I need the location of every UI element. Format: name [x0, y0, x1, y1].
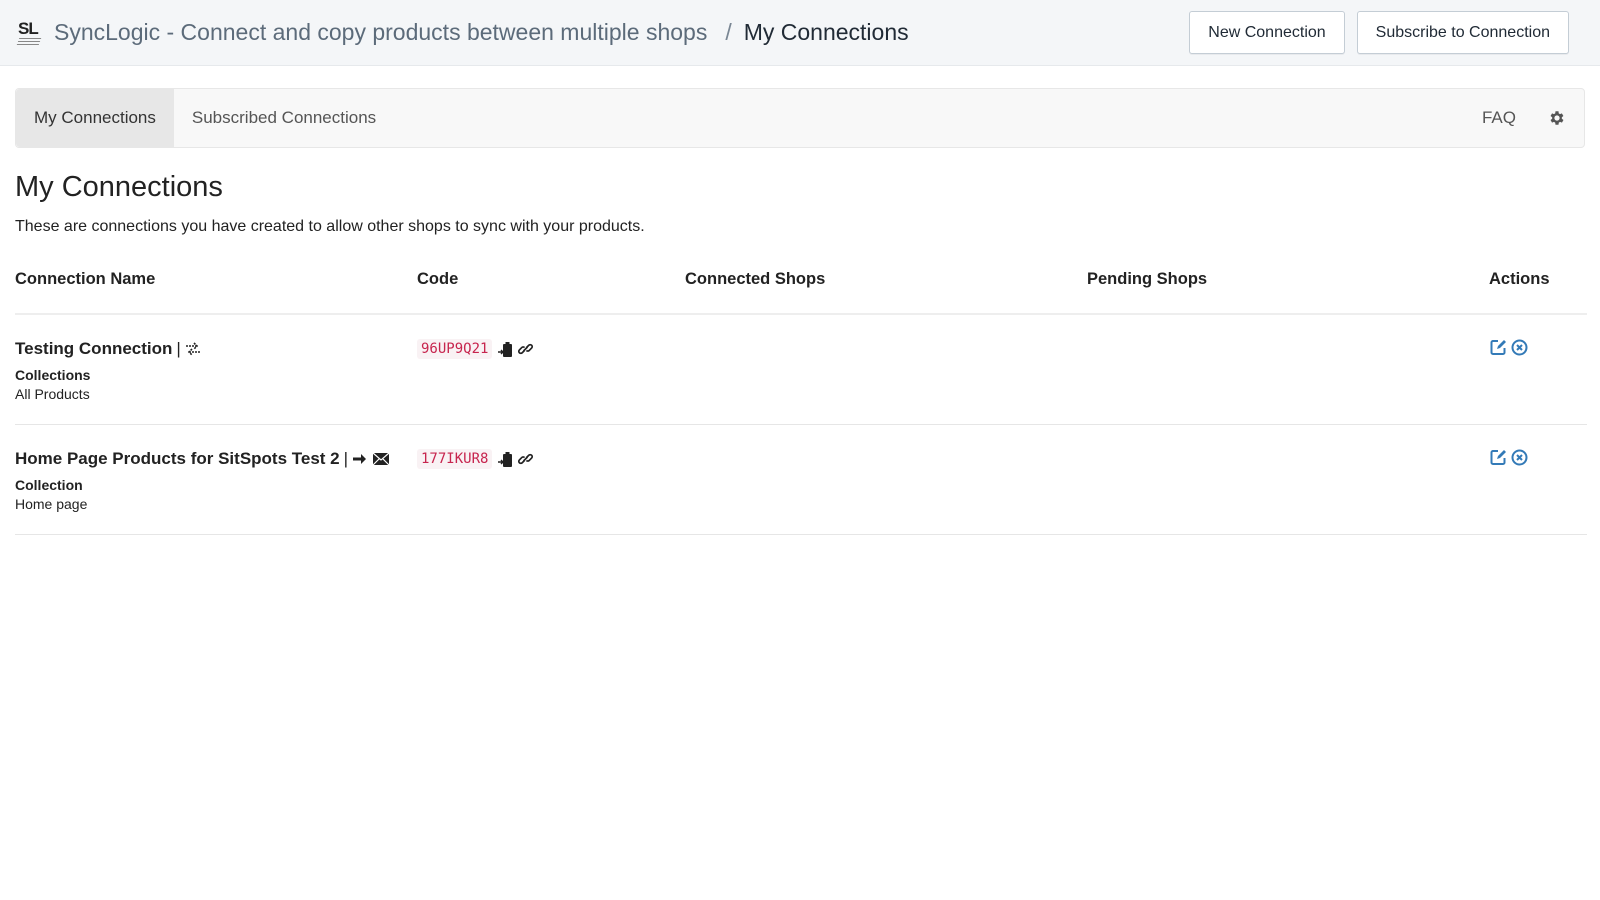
connection-title: Testing Connection |	[15, 339, 417, 359]
link-icon	[518, 343, 534, 355]
column-header-connection-name: Connection Name	[15, 270, 417, 315]
connected-shops-cell	[685, 314, 1087, 425]
connections-table: Connection Name Code Connected Shops Pen…	[15, 270, 1587, 535]
edit-icon	[1490, 450, 1506, 465]
pending-shops-cell	[1087, 314, 1489, 425]
page-title: My Connections	[15, 171, 223, 203]
column-header-connected-shops: Connected Shops	[685, 270, 1087, 315]
connected-shops-cell	[685, 424, 1087, 535]
connection-name: Testing Connection	[15, 339, 173, 358]
logo-lines	[16, 37, 42, 45]
delete-icon	[1511, 449, 1528, 466]
edit-button[interactable]	[1490, 449, 1507, 466]
title-separator: |	[343, 449, 349, 468]
copy-to-clipboard-icon	[498, 341, 513, 357]
code-wrap: 96UP9Q21	[417, 339, 685, 359]
edit-icon	[1490, 340, 1506, 355]
connection-code[interactable]: 177IKUR8	[417, 449, 493, 469]
one-way-arrow-icon	[353, 454, 367, 464]
app-title[interactable]: SyncLogic - Connect and copy products be…	[54, 19, 707, 46]
connection-name-cell: Home Page Products for SitSpots Test 2 |…	[15, 424, 417, 535]
new-connection-button[interactable]: New Connection	[1189, 11, 1345, 54]
two-way-sync-icon	[185, 342, 200, 356]
connection-code[interactable]: 96UP9Q21	[417, 339, 493, 359]
edit-button[interactable]	[1490, 339, 1507, 356]
collection-value: Home page	[15, 496, 88, 512]
collection-value: All Products	[15, 386, 90, 402]
envelope-icon	[372, 452, 390, 466]
delete-button[interactable]	[1511, 339, 1528, 356]
gear-icon	[1550, 111, 1564, 125]
faq-link[interactable]: FAQ	[1464, 89, 1534, 147]
copy-link-button[interactable]	[518, 341, 534, 357]
settings-button[interactable]	[1534, 89, 1584, 147]
delete-button[interactable]	[1511, 449, 1528, 466]
action-icons	[1489, 449, 1587, 466]
logo-text: SL	[18, 18, 39, 38]
main-content: My Connections These are connections you…	[0, 171, 1600, 535]
code-wrap: 177IKUR8	[417, 449, 685, 469]
top-bar: SL SyncLogic - Connect and copy products…	[0, 0, 1600, 66]
code-cell: 177IKUR8	[417, 424, 685, 535]
copy-code-button[interactable]	[497, 341, 513, 358]
actions-cell	[1489, 424, 1587, 535]
tab-subscribed-connections[interactable]: Subscribed Connections	[174, 89, 394, 147]
breadcrumb-current: My Connections	[743, 19, 909, 45]
pending-shops-cell	[1087, 424, 1489, 535]
connection-name-cell: Testing Connection | Collections All Pro…	[15, 314, 417, 425]
copy-code-button[interactable]	[497, 451, 513, 468]
connection-title: Home Page Products for SitSpots Test 2 |	[15, 449, 417, 469]
table-row: Testing Connection | Collections All Pro…	[15, 314, 1587, 425]
tab-my-connections[interactable]: My Connections	[16, 89, 174, 147]
column-header-code: Code	[417, 270, 685, 315]
action-icons	[1489, 339, 1587, 356]
collection-label: Collection	[15, 477, 83, 493]
nav-bar: My Connections Subscribed Connections FA…	[15, 88, 1585, 148]
breadcrumb-separator: /	[725, 19, 732, 45]
title-separator: |	[176, 339, 181, 358]
delete-icon	[1511, 339, 1528, 356]
app-logo: SL	[16, 18, 42, 47]
table-header-row: Connection Name Code Connected Shops Pen…	[15, 270, 1587, 315]
copy-to-clipboard-icon	[498, 451, 513, 467]
copy-link-button[interactable]	[518, 451, 534, 467]
column-header-pending-shops: Pending Shops	[1087, 270, 1489, 315]
subscribe-to-connection-button[interactable]: Subscribe to Connection	[1356, 11, 1569, 54]
table-row: Home Page Products for SitSpots Test 2 |…	[15, 424, 1587, 535]
column-header-actions: Actions	[1489, 270, 1587, 315]
code-cell: 96UP9Q21	[417, 314, 685, 425]
actions-cell	[1489, 314, 1587, 425]
link-icon	[518, 453, 534, 465]
connection-name: Home Page Products for SitSpots Test 2	[15, 449, 340, 468]
page-description: These are connections you have created t…	[15, 218, 645, 235]
collection-label: Collections	[15, 367, 91, 383]
